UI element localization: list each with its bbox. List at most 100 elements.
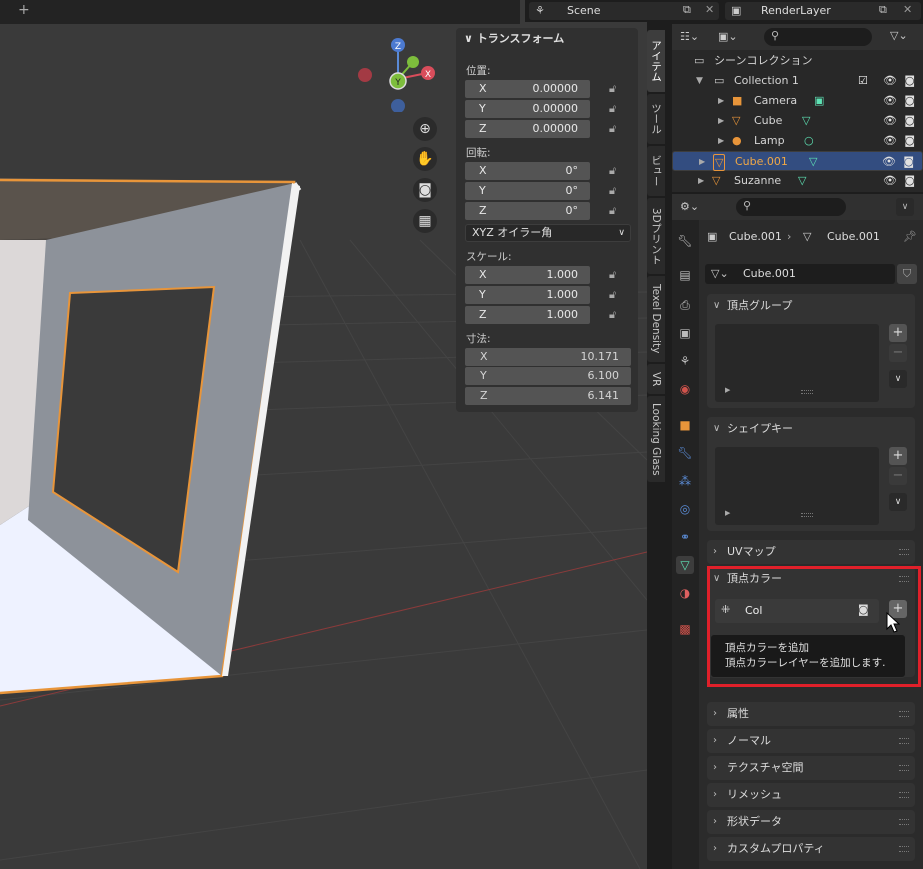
- chevron-down-icon[interactable]: ∨: [896, 198, 914, 216]
- outliner-item-suzanne[interactable]: ▶ ▽ Suzanne ▽ 👁︎ ◙: [672, 171, 923, 191]
- remove-shape-key-button[interactable]: −: [889, 467, 907, 485]
- tab-tool[interactable]: ツール: [647, 94, 665, 144]
- texture-space-panel[interactable]: › テクスチャ空間: [707, 756, 915, 780]
- eye-icon[interactable]: 👁︎: [883, 71, 897, 91]
- properties-search-input[interactable]: ⚲: [736, 198, 846, 216]
- chevron-right-icon[interactable]: ▶: [718, 111, 724, 131]
- camera-icon[interactable]: ◙: [904, 171, 915, 191]
- render-tab-icon[interactable]: ▤: [676, 266, 694, 284]
- dimensions-x-field[interactable]: X 10.171: [465, 348, 631, 366]
- custom-properties-panel[interactable]: › カスタムプロパティ: [707, 837, 915, 861]
- texture-tab-icon[interactable]: ▩: [676, 620, 694, 638]
- drag-grip[interactable]: [899, 738, 909, 744]
- copy-icon[interactable]: ⧉: [683, 3, 691, 17]
- chevron-right-icon[interactable]: ▶: [718, 91, 724, 111]
- outliner-scene-collection[interactable]: ▭ シーンコレクション: [672, 51, 923, 71]
- material-tab-icon[interactable]: ◑: [676, 584, 694, 602]
- scale-y-field[interactable]: Y 1.000: [465, 286, 590, 304]
- shape-key-list[interactable]: ▶: [715, 447, 879, 525]
- vertex-groups-header[interactable]: 頂点グループ: [707, 294, 792, 318]
- camera-icon[interactable]: ◙: [904, 71, 915, 91]
- close-icon[interactable]: ✕: [705, 3, 714, 16]
- drag-grip[interactable]: [899, 711, 909, 717]
- geometry-data-panel[interactable]: › 形状データ: [707, 810, 915, 834]
- scale-z-field[interactable]: Z 1.000: [465, 306, 590, 324]
- tab-texel-density[interactable]: Texel Density: [647, 276, 665, 362]
- tab-looking-glass[interactable]: Looking Glass: [647, 396, 665, 482]
- chevron-down-icon[interactable]: ▼: [696, 71, 703, 91]
- view-icon[interactable]: ▣⌄: [718, 30, 738, 43]
- camera-icon[interactable]: ◙: [903, 152, 914, 172]
- particles-tab-icon[interactable]: ⁂: [676, 472, 694, 490]
- drag-grip[interactable]: [899, 846, 909, 852]
- mesh-datablock-selector[interactable]: ▽⌄ Cube.001: [705, 264, 895, 284]
- add-workspace-button[interactable]: +: [18, 2, 30, 18]
- remesh-panel[interactable]: › リメッシュ: [707, 783, 915, 807]
- lock-icon[interactable]: 🔓︎: [609, 82, 623, 96]
- eye-icon[interactable]: 👁︎: [883, 171, 897, 191]
- lock-icon[interactable]: 🔓︎: [609, 288, 623, 302]
- remove-vertex-group-button[interactable]: −: [889, 344, 907, 362]
- camera-icon[interactable]: ◙: [904, 91, 915, 111]
- location-z-field[interactable]: Z 0.00000: [465, 120, 590, 138]
- location-x-field[interactable]: X 0.00000: [465, 80, 590, 98]
- copy-icon[interactable]: ⧉: [879, 3, 887, 17]
- chevron-right-icon[interactable]: ▶: [699, 152, 705, 172]
- 3d-viewport[interactable]: + Z X Y ⊕ ✋ ◙ ▦ ∨ トランスフォーム 位置: X 0.00000 …: [0, 0, 647, 869]
- scene-selector[interactable]: ⚘ Scene ⧉ ✕: [529, 2, 719, 20]
- outliner-item-lamp[interactable]: ▶ ● Lamp ○ 👁︎ ◙: [672, 131, 923, 151]
- attributes-panel[interactable]: › 属性: [707, 702, 915, 726]
- chevron-right-icon[interactable]: ▶: [698, 171, 704, 191]
- rotation-y-field[interactable]: Y 0°: [465, 182, 590, 200]
- chevron-right-icon[interactable]: ▶: [725, 509, 730, 517]
- display-mode-icon[interactable]: ☷⌄: [680, 30, 699, 43]
- outliner-item-camera[interactable]: ▶ ■ Camera ▣ 👁︎ ◙: [672, 91, 923, 111]
- location-y-field[interactable]: Y 0.00000: [465, 100, 590, 118]
- eye-icon[interactable]: 👁︎: [883, 111, 897, 131]
- resize-grip[interactable]: [801, 513, 813, 517]
- rotation-x-field[interactable]: X 0°: [465, 162, 590, 180]
- chevron-right-icon[interactable]: ▶: [725, 386, 730, 394]
- editor-type-icon[interactable]: ⚙⌄: [680, 200, 699, 213]
- lock-icon[interactable]: 🔓︎: [609, 122, 623, 136]
- physics-tab-icon[interactable]: ◎: [676, 500, 694, 518]
- vertex-group-list[interactable]: ▶: [715, 324, 879, 402]
- constraints-tab-icon[interactable]: ⚭: [676, 528, 694, 546]
- camera-view-icon[interactable]: ◙: [413, 178, 437, 202]
- modifier-tab-icon[interactable]: 🔧︎: [676, 444, 694, 462]
- grid-view-icon[interactable]: ▦: [413, 209, 437, 233]
- navigation-gizmo[interactable]: Z X Y: [355, 36, 439, 112]
- tab-item[interactable]: アイテム: [647, 30, 665, 92]
- tab-view[interactable]: ビュー: [647, 146, 665, 196]
- uv-maps-panel[interactable]: › UVマップ: [707, 540, 915, 564]
- add-vertex-group-button[interactable]: +: [889, 324, 907, 342]
- shape-key-specials-button[interactable]: ∨: [889, 493, 907, 511]
- close-icon[interactable]: ✕: [903, 3, 912, 16]
- resize-grip[interactable]: [801, 390, 813, 394]
- dimensions-y-field[interactable]: Y 6.100: [465, 367, 631, 385]
- pan-hand-icon[interactable]: ✋: [413, 147, 437, 171]
- drag-grip[interactable]: [899, 819, 909, 825]
- outliner-item-cube[interactable]: ▶ ▽ Cube ▽ 👁︎ ◙: [672, 111, 923, 131]
- chevron-right-icon[interactable]: ▶: [718, 131, 724, 151]
- zoom-icon[interactable]: ⊕: [413, 117, 437, 141]
- drag-grip[interactable]: [899, 792, 909, 798]
- outliner-item-cube-001[interactable]: ▶ ▽ Cube.001 ▽ 👁︎ ◙: [672, 151, 923, 171]
- camera-icon[interactable]: ◙: [904, 111, 915, 131]
- lock-icon[interactable]: 🔓︎: [609, 268, 623, 282]
- tab-vr[interactable]: VR: [647, 364, 665, 394]
- outliner-search-input[interactable]: ⚲: [764, 28, 872, 46]
- mesh-data-tab-icon[interactable]: ▽: [676, 556, 694, 574]
- add-shape-key-button[interactable]: +: [889, 447, 907, 465]
- filter-icon[interactable]: ▽⌄: [890, 29, 908, 42]
- eye-icon[interactable]: 👁︎: [882, 152, 896, 172]
- lock-icon[interactable]: 🔓︎: [609, 184, 623, 198]
- world-tab-icon[interactable]: ◉: [676, 380, 694, 398]
- transform-panel-header[interactable]: ∨ トランスフォーム: [456, 28, 638, 50]
- pin-icon[interactable]: 📌︎: [903, 230, 917, 243]
- tool-tab-icon[interactable]: 🔧︎: [676, 232, 694, 250]
- lock-icon[interactable]: 🔓︎: [609, 204, 623, 218]
- lock-icon[interactable]: 🔓︎: [609, 308, 623, 322]
- scene-tab-icon[interactable]: ⚘: [676, 352, 694, 370]
- drag-grip[interactable]: [899, 549, 909, 555]
